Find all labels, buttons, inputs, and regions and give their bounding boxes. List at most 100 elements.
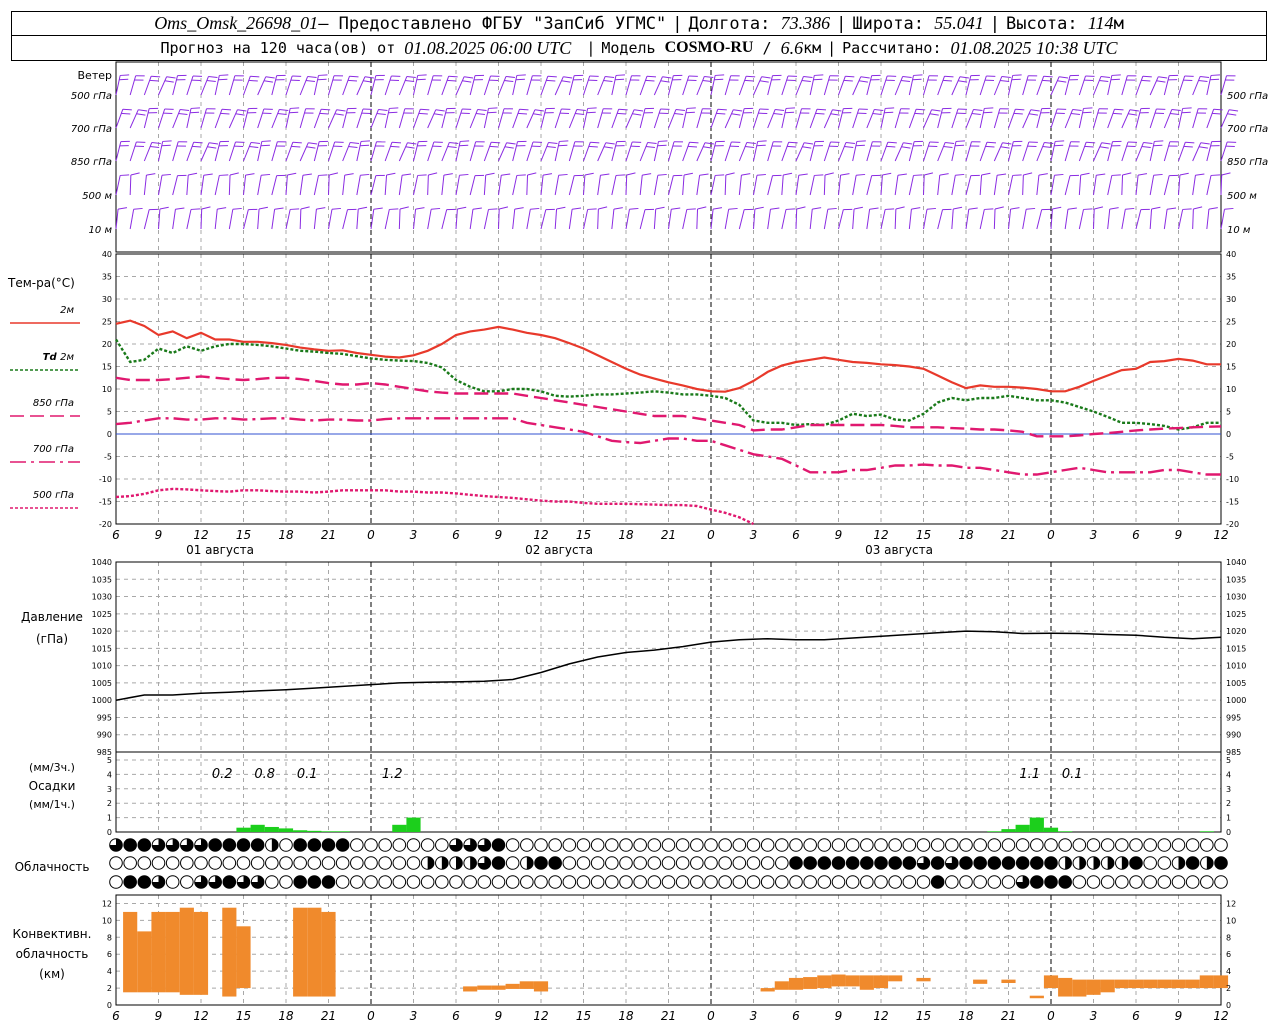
cloud-circle: [335, 856, 350, 870]
legend-label-t500: 500 гПа: [33, 490, 74, 501]
wind-barb-staff: [823, 109, 833, 129]
wind-barb-feather: [1125, 207, 1135, 210]
cloud-circle: [973, 856, 987, 870]
wind-barb-staff: [398, 142, 408, 162]
wind-barb: [554, 108, 571, 129]
cloud-circle: [1030, 875, 1044, 889]
legend-label-td2m: Td 2м: [43, 352, 75, 363]
wind-barb-staff: [384, 175, 388, 196]
wind-barb-staff: [753, 141, 759, 162]
cloud-circle: [619, 838, 633, 852]
cloud-circle: [151, 856, 166, 870]
cloud-circle: [420, 875, 435, 889]
conv-bar: [222, 907, 237, 997]
wind-barb-staff: [1163, 109, 1173, 129]
wind-barb-feather: [462, 80, 472, 83]
wind-barb-feather: [645, 146, 656, 149]
pressure-ytick-left: 1030: [92, 593, 112, 602]
cloud-circle: [562, 875, 577, 889]
wind-barb-staff: [965, 175, 972, 196]
wind-barb-feather: [955, 173, 965, 176]
wind-barb: [342, 141, 360, 162]
cloud-symbol: [137, 838, 152, 852]
wind-barb-feather: [945, 141, 955, 144]
wind-barb-staff: [1163, 209, 1168, 230]
wind-barb-feather: [773, 113, 783, 116]
cloud-circle: [619, 875, 633, 889]
cloud-symbol: [1200, 856, 1214, 870]
conv-ytick-right: 8: [1226, 933, 1231, 942]
wind-barb: [540, 173, 553, 196]
cloud-half: [526, 856, 534, 870]
wind-barb-staff: [328, 109, 338, 129]
cloud-symbol: [279, 838, 293, 852]
wind-barb-staff: [923, 109, 933, 129]
cloud-circle: [845, 875, 860, 889]
wind-barb-feather: [884, 111, 894, 114]
wind-barb-staff: [951, 175, 956, 196]
pressure-ytick-left: 990: [97, 731, 112, 740]
temp-ytick-right: -15: [1226, 498, 1239, 507]
wind-barb: [838, 75, 855, 96]
cloud-symbol: [916, 875, 931, 889]
cloud-circle: [505, 875, 520, 889]
cloud-half: [1093, 856, 1100, 870]
wind-barb-feather: [1028, 113, 1038, 116]
wind-barb-feather: [1229, 109, 1239, 112]
wind-barb: [838, 173, 850, 196]
wind-barb-staff: [710, 209, 714, 230]
cloud-symbol: [151, 856, 166, 870]
wind-barb-staff: [838, 142, 847, 162]
wind-barb-staff: [483, 209, 489, 230]
wind-barb-staff: [498, 76, 507, 96]
wind-barb-staff: [767, 175, 773, 196]
conv-bar: [1171, 979, 1186, 989]
wind-barb-staff: [880, 75, 888, 96]
cloud-half: [470, 856, 477, 870]
wind-barb-staff: [880, 175, 883, 196]
wind-barb-staff: [1022, 209, 1027, 230]
x-hour-tick-bottom: 21: [321, 1009, 336, 1023]
wind-barb-feather: [1141, 146, 1151, 149]
wind-barb-staff: [809, 109, 818, 129]
wind-barb: [979, 75, 996, 96]
temp-ytick-left: -5: [104, 453, 112, 462]
precip-ytick-right: 4: [1226, 770, 1231, 779]
wind-barb-staff: [554, 209, 558, 230]
wind-barb-feather: [319, 112, 329, 115]
pressure-ytick-left: 1015: [92, 644, 112, 653]
cloud-symbol: [505, 875, 520, 889]
wind-barb-feather: [329, 172, 339, 176]
wind-barb-feather: [699, 173, 709, 176]
wind-barb-staff: [313, 175, 319, 196]
conv-bar: [817, 975, 832, 989]
cloud-circle: [987, 856, 1002, 870]
cloud-circle: [364, 838, 378, 852]
wind-barb-feather: [349, 75, 359, 78]
wind-barb-staff: [1107, 109, 1115, 129]
wind-barb-staff: [1050, 76, 1060, 96]
wind-barb: [908, 108, 926, 129]
wind-barb-staff: [1107, 209, 1111, 230]
cloud-circle: [803, 875, 817, 889]
wind-barb-staff: [993, 175, 998, 196]
wind-barb-staff: [526, 75, 533, 96]
cloud-symbol: [123, 838, 137, 852]
wind-barb-feather: [417, 174, 427, 176]
wind-barb-staff: [498, 108, 505, 129]
cloud-circle: [590, 856, 605, 870]
cloud-symbol: [335, 875, 350, 889]
cloud-circle: [378, 875, 392, 889]
cloud-title: Облачность: [15, 860, 90, 874]
wind-barb-feather: [916, 108, 926, 111]
cloud-circle: [265, 856, 279, 870]
wind-barb-staff: [597, 76, 606, 96]
cloud-symbol: [477, 856, 492, 870]
cloud-symbol: [165, 875, 180, 889]
cloud-symbol: [265, 838, 279, 852]
wind-barb: [129, 141, 146, 162]
cloud-symbol: [661, 875, 676, 889]
wind-barb-feather: [265, 76, 275, 79]
wind-barb-staff: [356, 76, 366, 96]
wind-barb-feather: [1112, 112, 1123, 115]
